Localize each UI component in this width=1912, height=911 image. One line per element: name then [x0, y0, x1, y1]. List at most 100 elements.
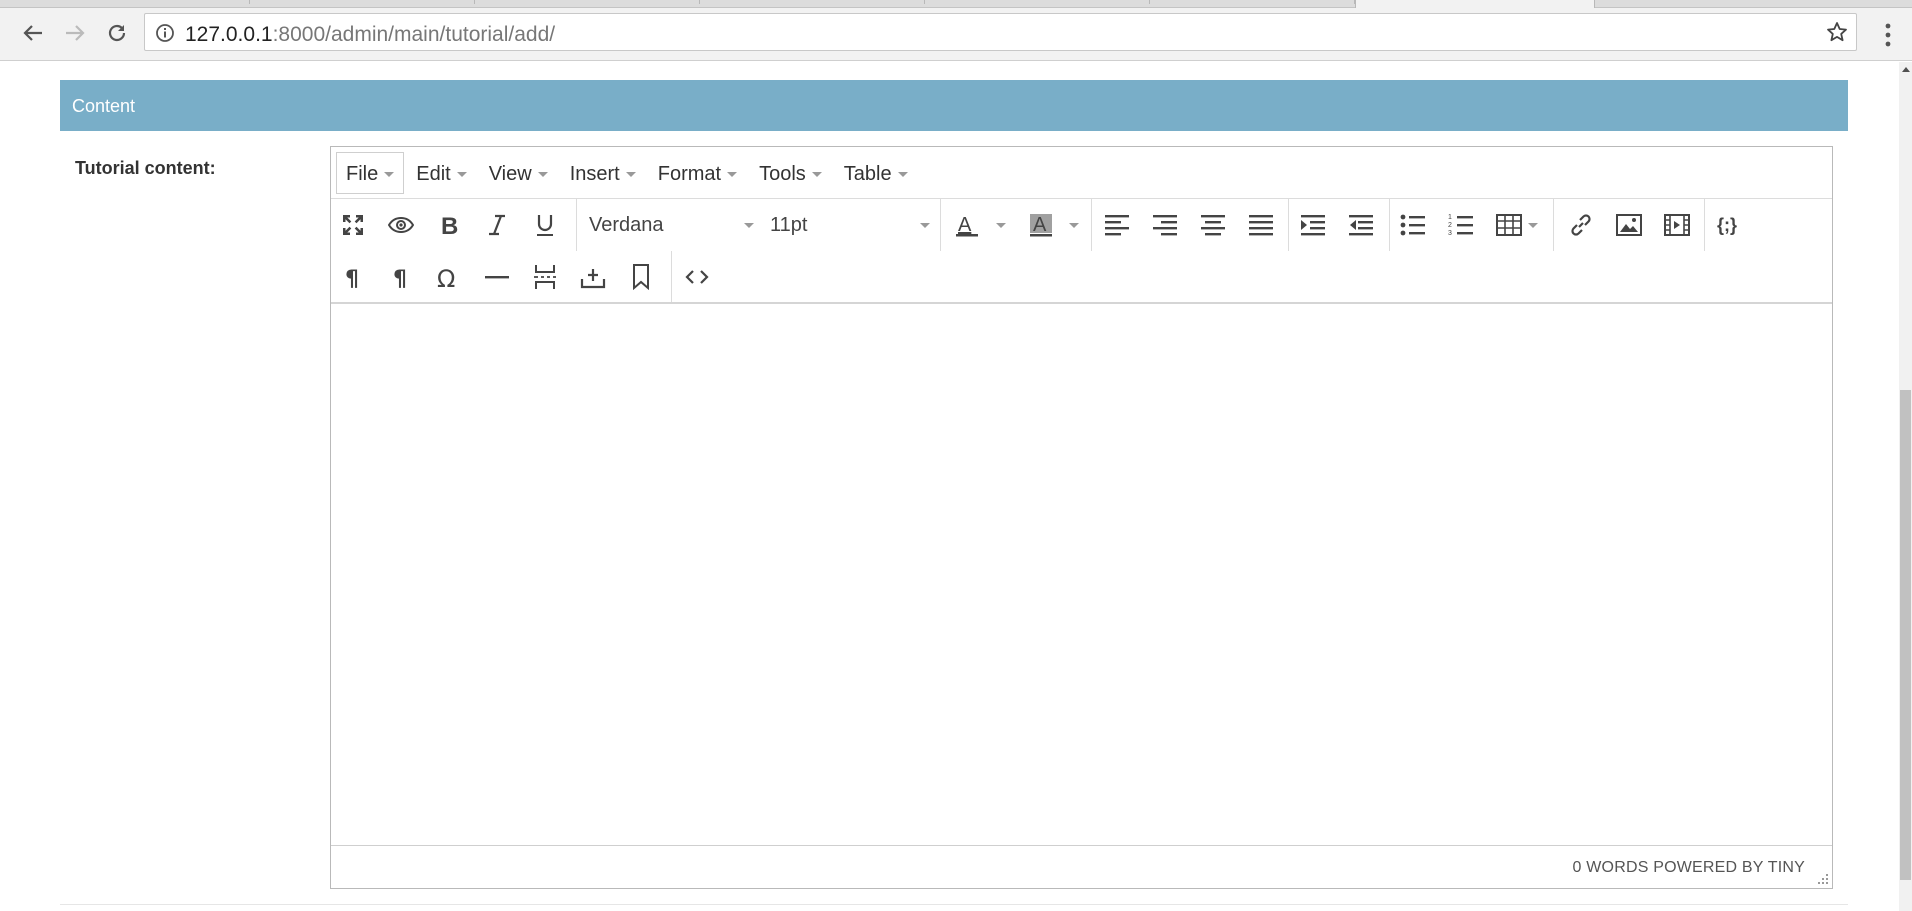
source-code-button[interactable] — [681, 261, 713, 293]
editor-content-area[interactable] — [331, 304, 1832, 845]
italic-icon — [489, 214, 505, 236]
align-right-button[interactable] — [1149, 209, 1181, 241]
preview-icon — [388, 216, 414, 234]
image-button[interactable] — [1613, 209, 1645, 241]
browser-tab[interactable] — [475, 0, 700, 4]
browser-tab[interactable] — [250, 0, 475, 4]
numbered-list-button[interactable]: 123 — [1445, 209, 1477, 241]
source-code-icon — [685, 270, 709, 284]
browser-menu-icon[interactable] — [1876, 20, 1900, 50]
menu-view[interactable]: View — [479, 152, 558, 194]
menu-file-label: File — [346, 163, 379, 185]
table-caret-icon[interactable] — [1528, 223, 1538, 229]
back-button[interactable] — [18, 18, 48, 48]
toolbar-separator — [1288, 199, 1289, 251]
font-size-value: 11pt — [770, 214, 808, 236]
page-scrollbar-thumb[interactable] — [1900, 390, 1911, 880]
svg-text:1: 1 — [1448, 214, 1452, 221]
reload-button[interactable] — [102, 18, 132, 48]
caret-icon — [727, 172, 738, 178]
svg-text:¶: ¶ — [345, 267, 359, 289]
menu-format[interactable]: Format — [648, 152, 747, 194]
bold-button[interactable]: B — [433, 209, 465, 241]
special-char-icon: Ω — [437, 265, 455, 289]
page-break-button[interactable] — [529, 261, 561, 293]
browser-tab[interactable] — [1150, 0, 1355, 4]
menu-edit-label: Edit — [416, 163, 451, 185]
insert-button[interactable] — [577, 261, 609, 293]
svg-text:2: 2 — [1448, 222, 1452, 229]
svg-text:3: 3 — [1448, 230, 1452, 237]
browser-tab[interactable] — [700, 0, 925, 4]
editor-toolbar-row-1: B Verdana 11pt A A 1 2 3 {;} — [331, 199, 1832, 251]
align-justify-button[interactable] — [1245, 209, 1277, 241]
bookmark-button[interactable] — [625, 261, 657, 293]
menu-insert[interactable]: Insert — [560, 152, 646, 194]
media-icon — [1664, 214, 1690, 236]
preview-button[interactable] — [385, 209, 417, 241]
toolbar-separator — [1389, 199, 1390, 251]
bullet-list-button[interactable] — [1397, 209, 1429, 241]
bookmark-icon — [633, 264, 649, 290]
url-text[interactable]: 127.0.0.1:8000/admin/main/tutorial/add/ — [185, 23, 555, 47]
background-color-icon: A — [1030, 214, 1052, 237]
rtl-button[interactable]: ¶ — [385, 261, 417, 293]
caret-icon — [920, 223, 930, 228]
underline-button[interactable] — [529, 209, 561, 241]
horizontal-rule-icon — [485, 276, 509, 279]
special-char-button[interactable]: Ω — [433, 261, 465, 293]
browser-tab[interactable] — [925, 0, 1150, 4]
rich-text-editor: File Edit View Insert Format Tools Table B Ver… — [330, 146, 1833, 889]
background-color-caret-icon[interactable] — [1069, 223, 1079, 229]
numbered-list-icon: 123 — [1448, 214, 1473, 237]
image-icon — [1616, 214, 1642, 236]
align-left-icon — [1105, 215, 1129, 236]
forward-button[interactable] — [60, 18, 90, 48]
browser-tab[interactable] — [0, 0, 250, 4]
scroll-up-arrow-icon[interactable] — [1900, 62, 1912, 76]
table-button[interactable] — [1493, 209, 1525, 241]
svg-text:A: A — [1033, 214, 1047, 236]
text-color-caret-icon[interactable] — [996, 223, 1006, 229]
outdent-icon — [1349, 215, 1373, 236]
toolbar-separator — [940, 199, 941, 251]
menu-file[interactable]: File — [336, 152, 405, 194]
text-color-button[interactable]: A — [951, 209, 983, 241]
link-button[interactable] — [1565, 209, 1597, 241]
code-sample-button[interactable]: {;} — [1715, 209, 1747, 241]
link-icon — [1571, 214, 1591, 236]
menu-format-label: Format — [657, 163, 722, 185]
code-sample-icon: {;} — [1717, 215, 1737, 235]
menu-tools[interactable]: Tools — [749, 152, 832, 194]
address-bar[interactable]: 127.0.0.1:8000/admin/main/tutorial/add/ — [144, 13, 1857, 51]
italic-button[interactable] — [481, 209, 513, 241]
resize-handle-icon[interactable] — [1817, 873, 1829, 885]
horizontal-rule-button[interactable] — [481, 261, 513, 293]
fullscreen-button[interactable] — [337, 209, 369, 241]
align-justify-icon — [1249, 215, 1273, 236]
bold-icon: B — [441, 213, 458, 237]
text-color-icon: A — [956, 214, 978, 237]
bookmark-star-icon[interactable] — [1826, 21, 1848, 43]
align-center-button[interactable] — [1197, 209, 1229, 241]
underline-icon — [537, 215, 553, 236]
browser-tab-active[interactable] — [1355, 0, 1595, 8]
menu-edit[interactable]: Edit — [406, 152, 476, 194]
menu-table[interactable]: Table — [834, 152, 918, 194]
word-count-text: 0 WORDS POWERED BY TINY — [1572, 859, 1805, 876]
caret-icon — [456, 172, 467, 178]
font-family-select[interactable]: Verdana — [589, 209, 754, 241]
tutorial-content-label: Tutorial content: — [75, 158, 216, 178]
media-button[interactable] — [1661, 209, 1693, 241]
background-color-button[interactable]: A — [1025, 209, 1057, 241]
toolbar-separator — [1704, 199, 1705, 251]
font-size-select[interactable]: 11pt — [770, 209, 930, 241]
align-left-button[interactable] — [1101, 209, 1133, 241]
indent-button[interactable] — [1297, 209, 1329, 241]
editor-toolbar-row-2: ¶ ¶ Ω — [331, 251, 1832, 303]
info-icon[interactable] — [155, 23, 175, 43]
outdent-button[interactable] — [1345, 209, 1377, 241]
menu-table-label: Table — [843, 163, 892, 185]
svg-text:B: B — [441, 213, 458, 237]
ltr-button[interactable]: ¶ — [337, 261, 369, 293]
